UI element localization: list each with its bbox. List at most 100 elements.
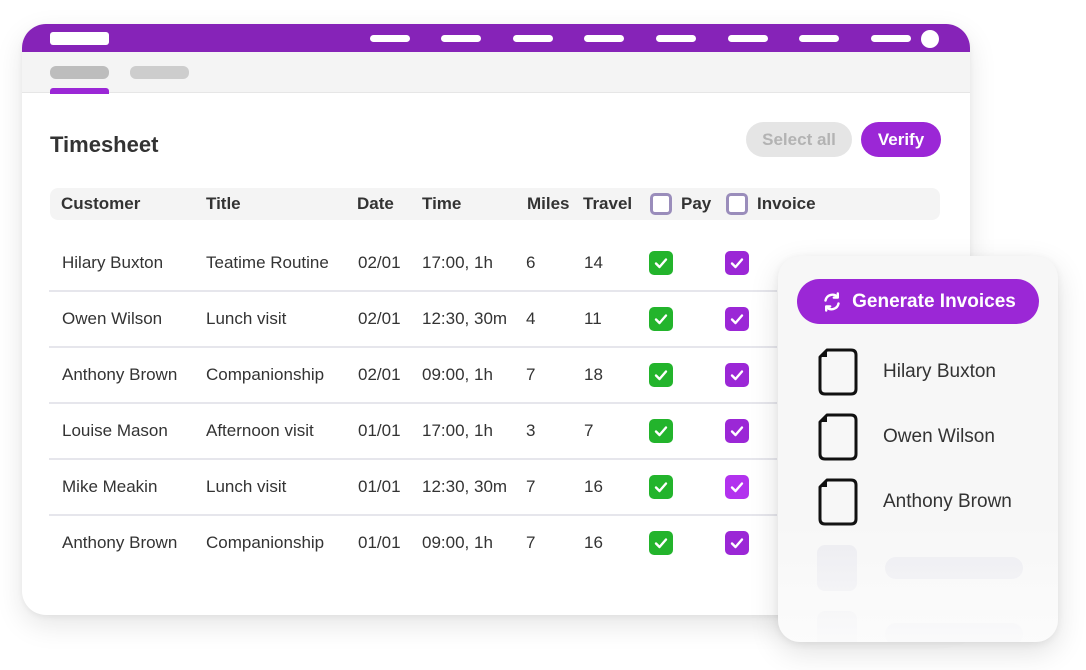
table-row[interactable]: Louise Mason Afternoon visit 01/01 17:00… bbox=[49, 404, 777, 460]
column-header-time: Time bbox=[422, 194, 462, 213]
cell-title: Teatime Routine bbox=[206, 253, 329, 272]
checkmark-icon bbox=[654, 538, 668, 549]
table-row[interactable]: Mike Meakin Lunch visit 01/01 12:30, 30m… bbox=[49, 460, 777, 516]
table-row[interactable]: Anthony Brown Companionship 02/01 09:00,… bbox=[49, 348, 777, 404]
cell-title: Companionship bbox=[206, 533, 325, 552]
cell-time: 17:00, 1h bbox=[422, 421, 493, 440]
invoice-list-item[interactable]: Hilary Buxton bbox=[818, 348, 1038, 396]
cell-customer: Mike Meakin bbox=[62, 477, 158, 496]
document-icon bbox=[818, 413, 858, 461]
checkmark-icon bbox=[730, 482, 744, 493]
checkmark-icon bbox=[654, 482, 668, 493]
cell-customer: Owen Wilson bbox=[62, 309, 163, 328]
cell-time: 17:00, 1h bbox=[422, 253, 493, 272]
pay-checkbox[interactable] bbox=[649, 307, 673, 331]
cell-title: Lunch visit bbox=[206, 477, 287, 496]
nav-item-4[interactable] bbox=[584, 35, 624, 42]
cell-travel: 7 bbox=[584, 421, 594, 440]
nav-item-3[interactable] bbox=[513, 35, 553, 42]
app-logo-placeholder[interactable] bbox=[50, 32, 109, 45]
cell-time: 12:30, 30m bbox=[422, 477, 508, 496]
column-header-date: Date bbox=[357, 194, 394, 213]
nav-item-7[interactable] bbox=[799, 35, 839, 42]
cell-travel: 11 bbox=[584, 309, 602, 328]
table-row[interactable]: Anthony Brown Companionship 01/01 09:00,… bbox=[49, 516, 777, 572]
table-row[interactable]: Hilary Buxton Teatime Routine 02/01 17:0… bbox=[49, 236, 777, 292]
select-all-pay-checkbox[interactable] bbox=[650, 193, 672, 215]
select-all-button[interactable]: Select all bbox=[746, 122, 852, 157]
checkmark-icon bbox=[654, 370, 668, 381]
cell-travel: 16 bbox=[584, 533, 603, 552]
pay-checkbox[interactable] bbox=[649, 251, 673, 275]
cell-miles: 6 bbox=[526, 253, 536, 272]
loading-skeleton-icon bbox=[817, 611, 857, 642]
cell-date: 02/01 bbox=[358, 365, 401, 384]
invoice-checkbox[interactable] bbox=[725, 251, 749, 275]
pay-checkbox[interactable] bbox=[649, 363, 673, 387]
top-nav-bar bbox=[22, 24, 970, 52]
invoice-panel: Generate Invoices Hilary Buxton Owen Wil… bbox=[778, 256, 1058, 642]
cell-miles: 7 bbox=[526, 533, 536, 552]
generate-invoices-label: Generate Invoices bbox=[852, 290, 1016, 312]
sub-tab-1[interactable] bbox=[50, 66, 109, 79]
column-header-travel: Travel bbox=[583, 194, 633, 213]
cell-title: Afternoon visit bbox=[206, 421, 314, 440]
page-title: Timesheet bbox=[50, 132, 159, 157]
loading-skeleton-icon bbox=[817, 545, 857, 591]
stage: Timesheet Select all Verify Customer Tit… bbox=[0, 0, 1086, 670]
cell-date: 01/01 bbox=[358, 421, 401, 440]
select-all-invoice-checkbox[interactable] bbox=[726, 193, 748, 215]
invoice-customer-name: Anthony Brown bbox=[883, 491, 1012, 512]
table-row[interactable]: Owen Wilson Lunch visit 02/01 12:30, 30m… bbox=[49, 292, 777, 348]
nav-item-5[interactable] bbox=[656, 35, 696, 42]
cell-travel: 14 bbox=[584, 253, 603, 272]
generate-invoices-button[interactable]: Generate Invoices bbox=[797, 279, 1039, 324]
cell-travel: 18 bbox=[584, 365, 603, 384]
checkmark-icon bbox=[654, 314, 668, 325]
table-header: Customer Title Date Time Miles Travel Pa… bbox=[50, 188, 940, 220]
loading-skeleton-line bbox=[885, 557, 1023, 579]
cell-miles: 7 bbox=[526, 477, 536, 496]
cell-customer: Anthony Brown bbox=[62, 365, 178, 384]
invoice-list-item[interactable]: Anthony Brown bbox=[818, 478, 1038, 526]
checkmark-icon bbox=[730, 538, 744, 549]
cell-date: 02/01 bbox=[358, 253, 401, 272]
cell-date: 01/01 bbox=[358, 477, 401, 496]
cell-miles: 7 bbox=[526, 365, 536, 384]
invoice-list-item[interactable]: Owen Wilson bbox=[818, 413, 1038, 461]
invoice-checkbox[interactable] bbox=[725, 307, 749, 331]
refresh-icon bbox=[824, 291, 840, 312]
checkmark-icon bbox=[654, 258, 668, 269]
invoice-customer-name: Hilary Buxton bbox=[883, 361, 996, 382]
nav-item-8[interactable] bbox=[871, 35, 911, 42]
cell-time: 09:00, 1h bbox=[422, 365, 493, 384]
checkmark-icon bbox=[730, 426, 744, 437]
pay-checkbox[interactable] bbox=[649, 419, 673, 443]
cell-time: 12:30, 30m bbox=[422, 309, 508, 328]
avatar[interactable] bbox=[921, 30, 939, 48]
nav-item-1[interactable] bbox=[370, 35, 410, 42]
invoice-checkbox[interactable] bbox=[725, 419, 749, 443]
column-header-title: Title bbox=[206, 194, 241, 213]
pay-checkbox[interactable] bbox=[649, 531, 673, 555]
checkmark-icon bbox=[730, 314, 744, 325]
checkmark-icon bbox=[730, 258, 744, 269]
column-header-pay: Pay bbox=[681, 194, 712, 213]
checkmark-icon bbox=[654, 426, 668, 437]
column-header-customer: Customer bbox=[61, 194, 141, 213]
verify-button[interactable]: Verify bbox=[861, 122, 941, 157]
column-header-miles: Miles bbox=[527, 194, 570, 213]
cell-customer: Anthony Brown bbox=[62, 533, 178, 552]
sub-tab-2[interactable] bbox=[130, 66, 189, 79]
cell-title: Companionship bbox=[206, 365, 325, 384]
cell-title: Lunch visit bbox=[206, 309, 287, 328]
invoice-checkbox[interactable] bbox=[725, 475, 749, 499]
nav-item-6[interactable] bbox=[728, 35, 768, 42]
nav-item-2[interactable] bbox=[441, 35, 481, 42]
cell-miles: 3 bbox=[526, 421, 536, 440]
cell-miles: 4 bbox=[526, 309, 536, 328]
invoice-checkbox[interactable] bbox=[725, 531, 749, 555]
invoice-checkbox[interactable] bbox=[725, 363, 749, 387]
pay-checkbox[interactable] bbox=[649, 475, 673, 499]
column-header-invoice: Invoice bbox=[757, 194, 816, 213]
